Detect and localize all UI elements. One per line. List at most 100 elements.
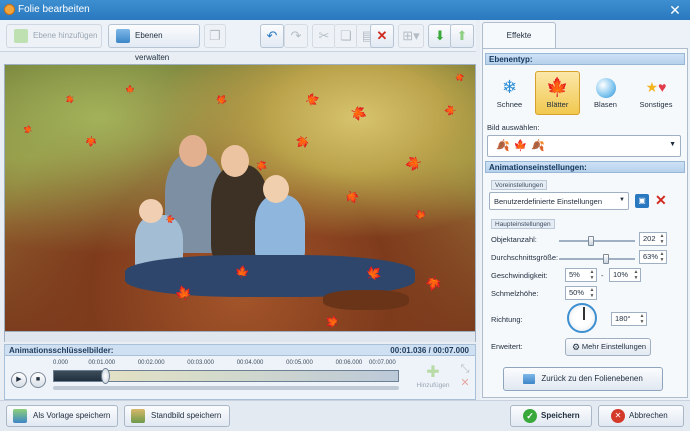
animation-settings-header: Animationseinstellungen: [485,161,685,173]
direction-value: 180° [615,314,631,323]
move-up-icon[interactable]: ⬆ [450,24,474,48]
layer-type-label: Sonstiges [639,100,673,109]
preset-value: Benutzerdefinierte Einstellungen [494,197,602,206]
avg-size-label: Durchschnittsgröße: [491,253,559,262]
boots [323,290,409,310]
delete-preset-icon[interactable]: ✕ [655,192,667,209]
layer-type-sonstiges[interactable]: ★♥ Sonstiges [631,71,681,115]
layer-type-blaetter[interactable]: 🍁 Blätter [535,71,580,115]
spinner-arrows-icon[interactable]: ▲ ▼ [632,269,640,281]
leaf-icon: 🍁 [84,134,98,147]
preset-select[interactable]: Benutzerdefinierte Einstellungen ▼ [489,192,629,210]
title-bar: Folie bearbeiten [0,0,690,20]
slider-thumb[interactable] [588,236,595,246]
object-count-spinner[interactable]: 202 ▲ ▼ [639,232,667,246]
advanced-label: Erweitert: [491,342,523,351]
redo-icon[interactable]: ↷ [284,24,308,48]
resize-icon[interactable]: ⤡ [457,362,473,376]
timeline-track[interactable] [53,368,399,384]
baby-head [139,199,163,223]
toolbar: Ebene hinzufügen Ebenen verwalten ❐ ↶ ↷ … [0,20,476,62]
spinner-arrows-icon[interactable]: ▲ ▼ [588,287,596,299]
stop-icon[interactable]: ■ [30,372,46,388]
align-dropdown-icon[interactable]: ⊞▾ [398,24,424,48]
play-icon[interactable]: ▶ [11,372,27,388]
spinner-arrows-icon[interactable]: ▲ ▼ [638,313,646,325]
duplicate-icon[interactable]: ❐ [204,24,226,48]
layers-icon [116,29,130,43]
add-keyframe-button[interactable]: ✚ Hinzufügen [415,364,451,394]
woman-head [221,145,249,177]
timeline-tick-label: 00:03.000 [187,360,214,366]
timeline-scrubber[interactable] [100,368,110,384]
more-settings-button[interactable]: ⚙ Mehr Einstellungen [565,338,651,356]
dial-needle [583,307,585,320]
speed-dash: - [601,271,604,280]
layer-type-label: Schnee [496,100,523,109]
manage-layers-button[interactable]: Ebenen verwalten [108,24,200,62]
timeline-tick-label: 00:02.000 [137,360,165,366]
delete-icon[interactable]: ✕ [370,24,394,48]
save-as-template-button[interactable]: Als Vorlage speichern [6,405,118,427]
direction-dial[interactable] [567,303,597,333]
bubble-icon [584,72,627,100]
close-window-button[interactable]: ✕ [664,2,686,18]
save-label: Speichern [541,411,580,420]
avg-size-value: 63% [643,252,659,261]
layer-type-blasen[interactable]: Blasen [583,71,628,115]
copy-icon[interactable]: ❏ [334,24,358,48]
timeline-tick-label: 00:01.000 [88,360,116,366]
speed-label: Geschwindigkeit: [491,271,548,280]
leaf-icon: 🍁 [125,85,135,94]
leaf-icon: 🍁 [233,263,252,281]
family-photo [5,65,475,331]
slide-preview[interactable]: 🍁 🍁 🍁 🍁 🍁 🍁 🍁 🍁 🍁 🍁 🍁 🍁 🍁 🍁 🍁 🍁 🍁 🍁 🍁 🍁 [4,64,476,332]
tab-effekte[interactable]: Effekte [482,22,556,48]
avg-size-spinner[interactable]: 63% ▲ ▼ [639,250,667,264]
save-preset-icon[interactable]: ▣ [635,194,649,208]
object-count-slider[interactable] [559,236,635,246]
slider-thumb[interactable] [603,254,610,264]
chevron-down-icon: ▼ [669,141,676,148]
move-down-icon[interactable]: ⬇ [428,24,452,48]
back-to-layers-button[interactable]: Zurück zu den Folienebenen [503,367,663,391]
speed-from-spinner[interactable]: 5% ▲ ▼ [565,268,597,282]
layer-type-label: Blasen [594,100,617,109]
keyframe-timeline: ▶ ■ 0.000 00:01.000 00:02.000 00:03.000 00:0… [4,356,476,400]
add-layer-label: Ebene hinzufügen [33,31,98,40]
leaf-icon: 🍁 [546,77,569,97]
wave-height-label: Schmelzhöhe: [491,289,539,298]
manage-layers-label: Ebenen verwalten [135,31,170,62]
checkmark-icon: ✓ [523,409,537,423]
save-button[interactable]: ✓ Speichern [510,405,592,427]
window-title: Folie bearbeiten [18,4,90,15]
cut-icon[interactable]: ✂ [312,24,336,48]
undo-icon[interactable]: ↶ [260,24,284,48]
spinner-arrows-icon[interactable]: ▲ ▼ [658,251,666,263]
add-layer-button[interactable]: Ebene hinzufügen [6,24,102,48]
remove-keyframe-icon[interactable]: ✕ [457,376,473,390]
spinner-arrows-icon[interactable]: ▲ ▼ [658,233,666,245]
timeline-time: 00:01.036 / 00:07.000 [390,346,469,355]
layer-type-header: Ebenentyp: [485,53,685,65]
gear-icon: ⚙ [572,342,581,352]
speed-to-spinner[interactable]: 10% ▲ ▼ [609,268,641,282]
timeline-tick-label: 00:06.000 [335,360,363,366]
timeline-tick-label: 00:05.000 [286,360,313,366]
direction-spinner[interactable]: 180° ▲ ▼ [611,312,647,326]
image-select[interactable]: 🍂🍁🍂 ▼ [487,135,681,157]
add-layer-icon [14,29,28,43]
layer-type-schnee[interactable]: ❄ Schnee [487,71,532,115]
app-icon [4,4,15,15]
choose-image-label: Bild auswählen: [487,123,540,132]
add-keyframe-icon: ✚ [426,364,440,381]
timeline-scrollbar[interactable] [53,386,399,390]
wave-height-spinner[interactable]: 50% ▲ ▼ [565,286,597,300]
save-still-button[interactable]: Standbild speichern [124,405,230,427]
cancel-button[interactable]: ✕ Abbrechen [598,405,684,427]
timeline-header: Animationsschlüsselbilder: 00:01.036 / 0… [4,344,476,356]
spinner-arrows-icon[interactable]: ▲ ▼ [588,269,596,281]
man-head [179,135,207,167]
timeline-tick-label: 00:07.000 [369,360,396,366]
avg-size-slider[interactable] [559,254,635,264]
